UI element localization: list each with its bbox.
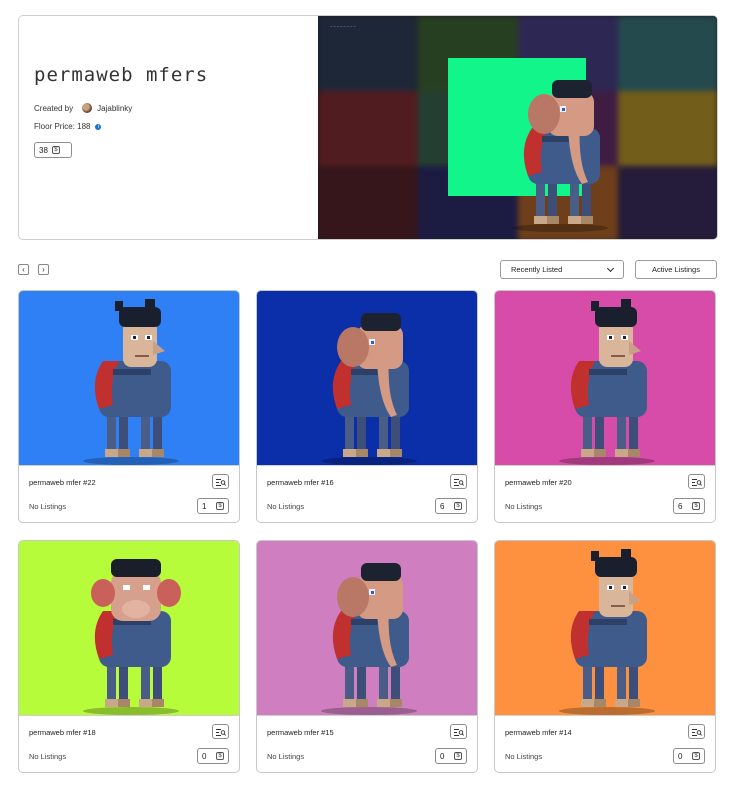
nft-card[interactable]: permaweb mfer #16 No Listings 6 $ <box>256 290 478 523</box>
details-icon <box>692 729 702 736</box>
listing-status: No Listings <box>29 752 67 761</box>
view-details-button[interactable] <box>450 474 467 489</box>
currency-icon: $ <box>692 752 700 760</box>
active-listings-button[interactable]: Active Listings <box>635 260 717 279</box>
currency-icon: $ <box>216 752 224 760</box>
nft-card[interactable]: permaweb mfer #14 No Listings 0 $ <box>494 540 716 773</box>
listing-count-badge: 6 $ <box>435 498 467 514</box>
floor-price-row: Floor Price: 188 i <box>34 122 102 131</box>
nft-card[interactable]: permaweb mfer #18 No Listings 0 $ <box>18 540 240 773</box>
details-icon <box>692 479 702 486</box>
sort-dropdown[interactable]: Recently Listed <box>500 260 624 279</box>
details-icon <box>216 729 226 736</box>
nft-image[interactable] <box>19 541 239 716</box>
listing-status: No Listings <box>267 752 305 761</box>
nft-name: permaweb mfer #18 <box>29 728 96 737</box>
nft-image[interactable] <box>257 541 477 716</box>
creator-avatar[interactable] <box>82 103 93 113</box>
listing-count: 0 <box>440 751 445 761</box>
nft-name: permaweb mfer #22 <box>29 478 96 487</box>
nft-name: permaweb mfer #14 <box>505 728 572 737</box>
nft-card[interactable]: permaweb mfer #20 No Listings 6 $ <box>494 290 716 523</box>
view-details-button[interactable] <box>212 724 229 739</box>
nft-name: permaweb mfer #20 <box>505 478 572 487</box>
listing-status: No Listings <box>29 502 67 511</box>
info-icon[interactable]: i <box>95 123 102 130</box>
listing-count: 1 <box>202 501 207 511</box>
nft-image[interactable] <box>495 291 715 466</box>
currency-icon: $ <box>454 752 462 760</box>
mfer-illustration <box>83 299 179 465</box>
monkey-illustration <box>83 559 181 715</box>
nft-image[interactable] <box>257 291 477 466</box>
currency-icon: $ <box>692 502 700 510</box>
next-page-button[interactable]: › <box>38 264 49 275</box>
currency-icon: $ <box>216 502 224 510</box>
nft-card[interactable]: permaweb mfer #22 No Listings 1 $ <box>18 290 240 523</box>
floor-price: Floor Price: 188 <box>34 122 91 131</box>
details-icon <box>216 479 226 486</box>
nft-image[interactable] <box>495 541 715 716</box>
nft-image[interactable] <box>19 291 239 466</box>
listing-status: No Listings <box>505 752 543 761</box>
currency-icon: $ <box>454 502 462 510</box>
sort-dropdown-label: Recently Listed <box>511 265 563 274</box>
nft-card[interactable]: permaweb mfer #15 No Listings 0 $ <box>256 540 478 773</box>
listing-status: No Listings <box>267 502 305 511</box>
previous-page-button[interactable]: ‹ <box>18 264 29 275</box>
listing-count: 6 <box>678 501 683 511</box>
created-by-label: Created by <box>34 103 74 113</box>
collection-title: permaweb mfers <box>34 64 209 86</box>
listing-count: 6 <box>440 501 445 511</box>
banner-caption: ~~~~~~~~ <box>330 24 357 29</box>
details-icon <box>454 729 464 736</box>
elephant-illustration <box>321 563 417 715</box>
view-details-button[interactable] <box>688 474 705 489</box>
listing-count-badge: 1 $ <box>197 498 229 514</box>
nft-name: permaweb mfer #16 <box>267 478 334 487</box>
listing-count-badge: 6 $ <box>673 498 705 514</box>
elephant-illustration <box>321 313 417 465</box>
mfer-illustration <box>559 549 655 715</box>
view-details-button[interactable] <box>212 474 229 489</box>
listing-count-badge: 0 $ <box>673 748 705 764</box>
details-icon <box>454 479 464 486</box>
listing-count-badge: 0 $ <box>435 748 467 764</box>
mfer-illustration <box>559 299 655 465</box>
listing-count: 0 <box>678 751 683 761</box>
banner-artwork: ~~~~~~~~ <box>318 16 717 239</box>
collection-banner: permaweb mfers Created by Jajablinky Flo… <box>18 15 718 240</box>
listing-count-badge: 0 $ <box>197 748 229 764</box>
collection-count-badge: 38 $ <box>34 142 72 158</box>
collection-count: 38 <box>39 145 48 155</box>
nft-name: permaweb mfer #15 <box>267 728 334 737</box>
view-details-button[interactable] <box>450 724 467 739</box>
listing-status: No Listings <box>505 502 543 511</box>
featured-artwork[interactable] <box>448 58 608 232</box>
chevron-down-icon <box>606 264 615 272</box>
currency-icon: $ <box>51 146 60 154</box>
listing-count: 0 <box>202 751 207 761</box>
collection-info: permaweb mfers Created by Jajablinky Flo… <box>19 16 318 239</box>
elephant-illustration <box>512 80 608 232</box>
created-by-row: Created by Jajablinky <box>34 103 132 113</box>
view-details-button[interactable] <box>688 724 705 739</box>
creator-name[interactable]: Jajablinky <box>97 104 132 113</box>
